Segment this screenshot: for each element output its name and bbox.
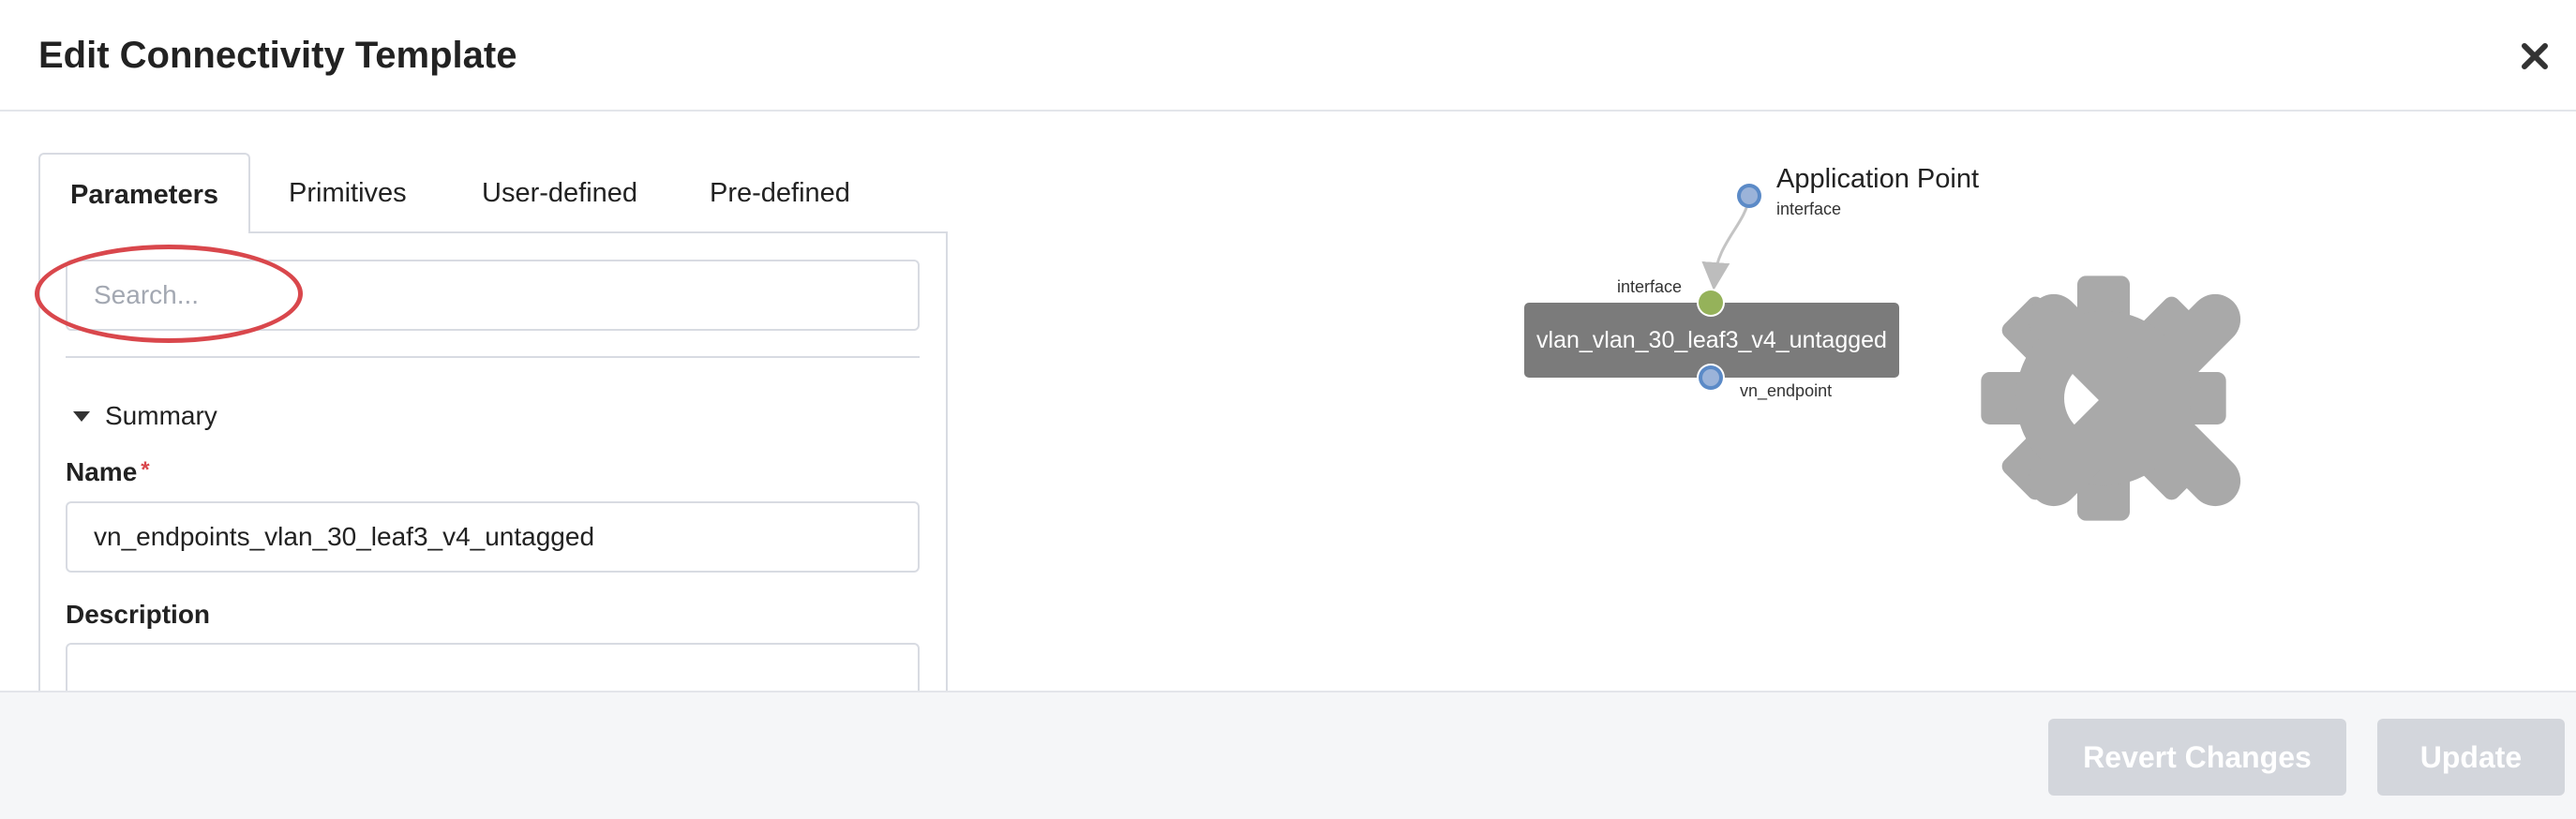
name-input[interactable] [66, 501, 920, 573]
modal-footer: Revert Changes Update [0, 691, 2576, 819]
name-label-group: Name * [66, 457, 150, 487]
tab-parameters[interactable]: Parameters [38, 153, 250, 233]
summary-label: Summary [105, 401, 217, 430]
update-button[interactable]: Update [2377, 719, 2565, 796]
caret-down-icon [73, 410, 90, 422]
tab-pre-defined[interactable]: Pre-defined [710, 153, 850, 233]
close-icon[interactable] [2516, 37, 2554, 75]
description-label: Description [66, 600, 211, 629]
required-marker: * [141, 457, 150, 483]
search-input[interactable] [66, 260, 920, 331]
summary-toggle[interactable]: Summary [73, 397, 217, 435]
input-port[interactable] [1699, 290, 1723, 315]
tab-primitives[interactable]: Primitives [289, 153, 407, 233]
name-label: Name [66, 457, 138, 486]
divider [66, 356, 920, 358]
modal-title: Edit Connectivity Template [38, 35, 517, 76]
node-ports [1697, 289, 1725, 392]
template-diagram: Application Point interface interface vl… [1500, 150, 2241, 521]
output-port-label: vn_endpoint [1740, 381, 1833, 400]
modal-header: Edit Connectivity Template [0, 0, 2576, 112]
revert-changes-button[interactable]: Revert Changes [2048, 719, 2346, 796]
tab-user-defined[interactable]: User-defined [482, 153, 637, 233]
